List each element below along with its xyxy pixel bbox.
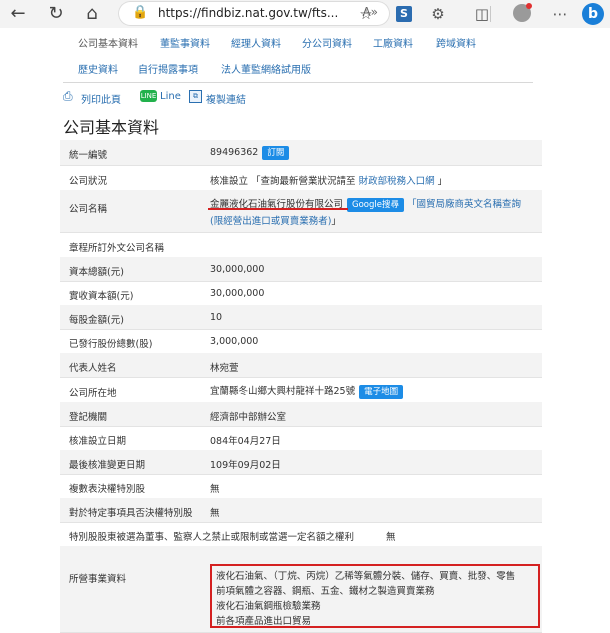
trade-suffix: 」 — [331, 216, 341, 227]
status-text: 核准設立 「查詢最新營業狀況請至 — [210, 176, 356, 187]
copy-link-icon[interactable]: ⧉ — [189, 90, 202, 103]
row-value: 084年04月27日 — [210, 436, 281, 447]
tab-factories[interactable]: 工廠資料 — [373, 35, 413, 50]
address-value: 宜蘭縣冬山鄉大興村龍祥十路25號 — [210, 386, 356, 397]
refresh-icon[interactable]: ↻ — [44, 2, 68, 26]
table-row-multi-vote: 複數表決權特別股 無 — [60, 474, 542, 499]
trade-bureau-link-sub[interactable]: (限經營出進口或買賣業務者) — [210, 216, 331, 227]
tax-portal-link[interactable]: 財政部稅務入口網 — [359, 176, 435, 187]
copy-link-button[interactable]: 複製連結 — [206, 91, 246, 106]
row-label: 複數表決權特別股 — [69, 484, 146, 495]
table-row-director-limit: 特別股股東被選為董事、監察人之禁止或限制或當選一定名額之權利 無 — [60, 522, 542, 547]
line-share-link[interactable]: Line — [160, 91, 181, 102]
lock-icon: 🔒 — [132, 5, 149, 20]
table-row-approved-date: 核准設立日期 084年04月27日 — [60, 426, 542, 451]
row-value: 10 — [210, 312, 223, 323]
row-label: 每股金額(元) — [69, 315, 124, 326]
table-row-authority: 登記機關 經濟部中部辦公室 — [60, 402, 542, 427]
row-label: 對於特定事項具否決權特別股 — [69, 508, 193, 519]
address-bar[interactable]: 🔒 https://findbiz.nat.gov.tw/fts... A» — [118, 1, 390, 26]
row-value: 無 — [210, 484, 220, 495]
back-arrow-icon[interactable]: ← — [6, 2, 30, 26]
table-row-last-change: 最後核准變更日期 109年09月02日 — [60, 450, 542, 475]
row-value: 89496362 訂閱 — [210, 146, 290, 160]
table-row-paid-capital: 實收資本額(元) 30,000,000 — [60, 281, 542, 306]
tab-history[interactable]: 歷史資料 — [78, 61, 118, 76]
row-value-line2: (限經營出進口或買賣業務者)」 — [210, 213, 341, 227]
bing-copilot-icon[interactable]: b — [582, 3, 604, 25]
row-label: 公司名稱 — [69, 204, 108, 215]
table-row-status: 公司狀況 核准設立 「查詢最新營業狀況請至 財政部稅務入口網 」 — [60, 165, 542, 191]
row-label: 章程所訂外文公司名稱 — [69, 243, 165, 254]
row-label: 公司狀況 — [69, 176, 108, 187]
table-row-capital: 資本總額(元) 30,000,000 — [60, 257, 542, 282]
tab-self-disclosure[interactable]: 自行揭露事項 — [138, 61, 198, 76]
status-suffix: 」 — [437, 176, 448, 187]
split-screen-icon[interactable]: ◫ — [470, 2, 494, 26]
home-icon[interactable]: ⌂ — [80, 2, 104, 26]
company-name-highlight — [208, 208, 348, 210]
extension-s-icon[interactable]: S — [396, 6, 412, 22]
business-highlight-box — [210, 564, 540, 628]
row-value: 109年09月02日 — [210, 460, 281, 471]
row-label: 資本總額(元) — [69, 267, 124, 278]
row-label: 公司所在地 — [69, 388, 117, 399]
row-value: 無 — [386, 532, 396, 543]
row-label: 核准設立日期 — [69, 436, 127, 447]
tab-managers[interactable]: 經理人資料 — [231, 35, 281, 50]
table-row-company-name: 公司名稱 金麗液化石油氣行股份有限公司 Google搜尋 「國貿局廠商英文名稱查詢… — [60, 190, 542, 233]
row-value: 核准設立 「查詢最新營業狀況請至 財政部稅務入口網 」 — [210, 173, 447, 187]
row-label: 登記機關 — [69, 412, 108, 423]
browser-toolbar: ← ↻ ⌂ 🔒 https://findbiz.nat.gov.tw/fts..… — [0, 0, 610, 28]
url-text: https://findbiz.nat.gov.tw/fts... — [158, 6, 339, 20]
tab-branches[interactable]: 分公司資料 — [302, 35, 352, 50]
tab-network-trial[interactable]: 法人董監網絡試用版 — [221, 61, 311, 76]
table-row-tax-id: 統一編號 89496362 訂閱 — [60, 140, 542, 166]
print-link[interactable]: 列印此頁 — [81, 91, 121, 106]
table-row-foreign-name: 章程所訂外文公司名稱 — [60, 232, 542, 258]
row-label: 統一編號 — [69, 150, 108, 161]
table-row-veto: 對於特定事項具否決權特別股 無 — [60, 498, 542, 523]
page-title: 公司基本資料 — [63, 118, 160, 137]
row-value: 30,000,000 — [210, 288, 265, 299]
row-value: 經濟部中部辦公室 — [210, 412, 287, 423]
tab-cross-domain[interactable]: 跨域資料 — [436, 35, 476, 50]
row-label: 代表人姓名 — [69, 363, 117, 374]
tab-directors[interactable]: 董監事資料 — [160, 35, 210, 50]
subscribe-button[interactable]: 訂閱 — [262, 146, 290, 160]
row-label: 特別股股東被選為董事、監察人之禁止或限制或當選一定名額之權利 — [69, 532, 355, 543]
row-label: 已發行股份總數(股) — [69, 339, 153, 350]
more-menu-icon[interactable]: ⋯ — [548, 2, 572, 26]
google-search-button[interactable]: Google搜尋 — [347, 198, 404, 212]
notification-dot-icon — [526, 3, 532, 9]
trade-bureau-link[interactable]: 「國貿局廠商英文名稱查詢 — [407, 199, 521, 210]
row-label: 最後核准變更日期 — [69, 460, 146, 471]
row-value: 宜蘭縣冬山鄉大興村龍祥十路25號 電子地圖 — [210, 383, 404, 399]
tab-company-basic[interactable]: 公司基本資料 — [78, 35, 138, 50]
table-row-shares: 已發行股份總數(股) 3,000,000 — [60, 329, 542, 354]
table-row-representative: 代表人姓名 林宛萱 — [60, 353, 542, 378]
table-row-address: 公司所在地 宜蘭縣冬山鄉大興村龍祥十路25號 電子地圖 — [60, 377, 542, 403]
tabs-divider — [63, 82, 533, 83]
favorite-star-icon[interactable]: ☆ — [354, 2, 378, 26]
row-value: 無 — [210, 508, 220, 519]
row-value: 林宛萱 — [210, 363, 239, 374]
row-value: 3,000,000 — [210, 336, 259, 347]
profile-avatar[interactable] — [513, 3, 532, 22]
line-logo-icon[interactable]: LINE — [140, 90, 157, 102]
row-label: 所營事業資料 — [69, 574, 127, 585]
table-row-business: 所營事業資料 液化石油氣、（丁烷、丙烷）乙稀等氣體分裝、儲存、買賣、批發、零售 … — [60, 546, 542, 633]
map-button[interactable]: 電子地圖 — [359, 385, 404, 399]
row-value: 30,000,000 — [210, 264, 265, 275]
tax-id-value: 89496362 — [210, 147, 259, 158]
printer-icon[interactable]: ⎙ — [63, 89, 73, 104]
table-row-par-value: 每股金額(元) 10 — [60, 305, 542, 330]
extensions-puzzle-icon[interactable]: ⚙ — [426, 2, 450, 26]
row-label: 實收資本額(元) — [69, 291, 134, 302]
